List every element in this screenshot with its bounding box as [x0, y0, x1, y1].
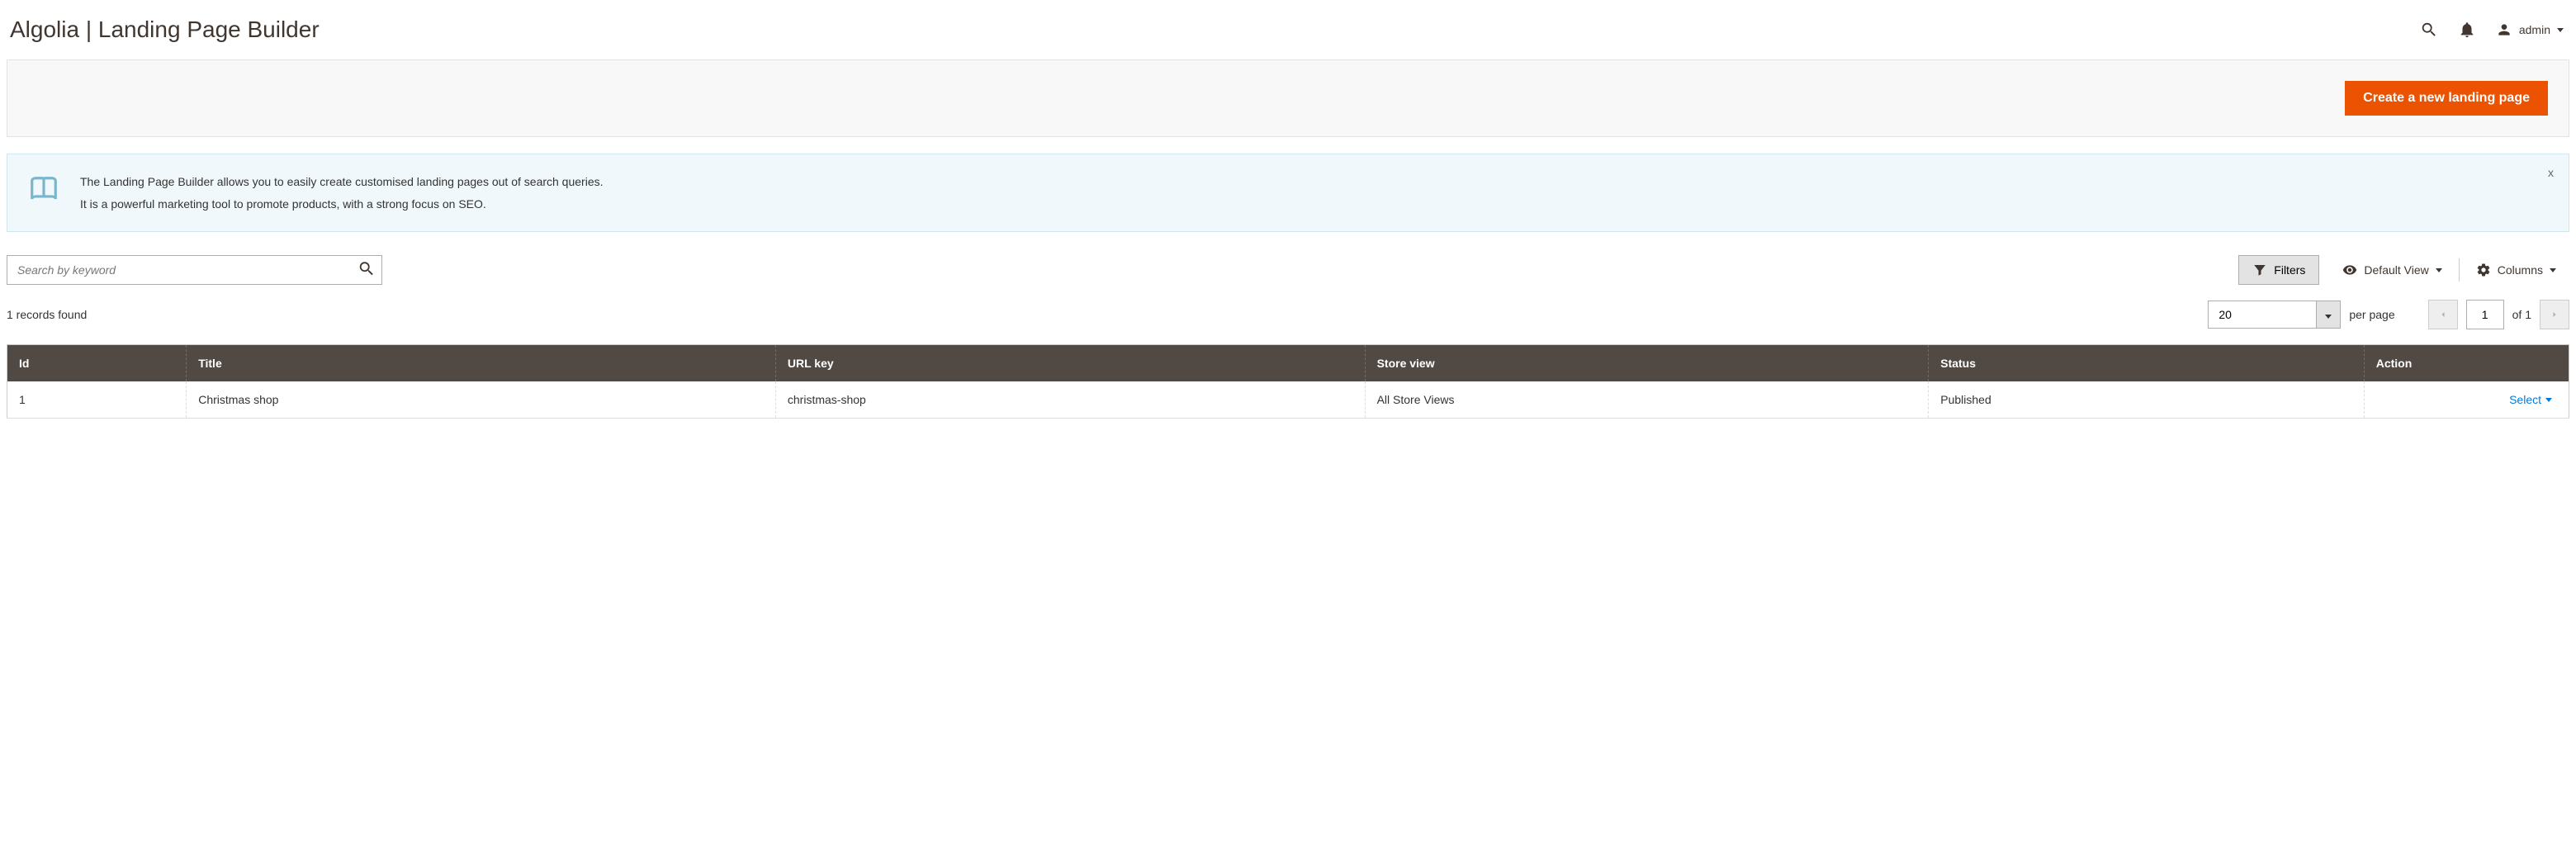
column-status[interactable]: Status	[1929, 345, 2365, 382]
info-text: The Landing Page Builder allows you to e…	[80, 171, 604, 215]
column-id[interactable]: Id	[7, 345, 187, 382]
create-landing-page-button[interactable]: Create a new landing page	[2345, 81, 2548, 116]
user-icon	[2496, 21, 2512, 38]
cell-id: 1	[7, 381, 187, 419]
next-page-button[interactable]	[2540, 300, 2569, 329]
search-wrap	[7, 255, 382, 285]
close-icon[interactable]: x	[2548, 166, 2554, 179]
cell-store-view: All Store Views	[1365, 381, 1929, 419]
columns-dropdown[interactable]: Columns	[2463, 256, 2569, 284]
select-action-link[interactable]: Select	[2376, 393, 2552, 406]
divider	[2459, 258, 2460, 282]
chevron-down-icon	[2325, 315, 2332, 319]
column-action[interactable]: Action	[2364, 345, 2569, 382]
cell-action: Select	[2364, 381, 2569, 419]
default-view-label: Default View	[2364, 263, 2428, 277]
search-input[interactable]	[7, 255, 382, 285]
default-view-dropdown[interactable]: Default View	[2329, 256, 2455, 284]
chevron-down-icon	[2550, 268, 2556, 272]
cell-url-key: christmas-shop	[775, 381, 1365, 419]
current-page-input[interactable]	[2466, 300, 2504, 329]
filters-label: Filters	[2274, 263, 2305, 277]
of-pages: of 1	[2512, 308, 2531, 321]
search-icon[interactable]	[2420, 21, 2438, 39]
cell-title: Christmas shop	[187, 381, 776, 419]
prev-page-button[interactable]	[2428, 300, 2458, 329]
user-menu[interactable]: admin	[2496, 21, 2564, 38]
search-button[interactable]	[358, 260, 376, 281]
page-header: Algolia | Landing Page Builder admin	[0, 0, 2576, 59]
gear-icon	[2476, 263, 2491, 277]
info-line-1: The Landing Page Builder allows you to e…	[80, 171, 604, 193]
controls-row: Filters Default View Columns	[7, 255, 2569, 285]
chevron-down-icon	[2545, 398, 2552, 402]
columns-label: Columns	[2498, 263, 2543, 277]
column-url-key[interactable]: URL key	[775, 345, 1365, 382]
column-title[interactable]: Title	[187, 345, 776, 382]
page-title: Algolia | Landing Page Builder	[10, 17, 320, 43]
page-size-input[interactable]	[2209, 301, 2316, 328]
right-controls: Filters Default View Columns	[2238, 255, 2569, 285]
info-message: The Landing Page Builder allows you to e…	[7, 154, 2569, 232]
records-found: 1 records found	[7, 308, 87, 321]
info-line-2: It is a powerful marketing tool to promo…	[80, 193, 604, 215]
user-name: admin	[2519, 23, 2550, 36]
select-label: Select	[2509, 393, 2541, 406]
page-size-arrow[interactable]	[2316, 301, 2340, 328]
funnel-icon	[2252, 263, 2267, 277]
column-store-view[interactable]: Store view	[1365, 345, 1929, 382]
search-icon	[358, 260, 376, 278]
action-bar: Create a new landing page	[7, 59, 2569, 137]
chevron-down-icon	[2436, 268, 2442, 272]
table-header-row: Id Title URL key Store view Status Actio…	[7, 345, 2569, 382]
pagination-row: 1 records found per page of 1	[7, 300, 2569, 329]
cell-status: Published	[1929, 381, 2365, 419]
book-icon	[28, 174, 59, 206]
chevron-down-icon	[2557, 28, 2564, 32]
pagination-controls: per page of 1	[2208, 300, 2569, 329]
table-row[interactable]: 1 Christmas shop christmas-shop All Stor…	[7, 381, 2569, 419]
eye-icon	[2342, 263, 2357, 277]
header-actions: admin	[2420, 21, 2564, 39]
bell-icon[interactable]	[2458, 21, 2476, 39]
per-page-label: per page	[2349, 308, 2394, 321]
chevron-left-icon	[2438, 310, 2448, 320]
page-size-select[interactable]	[2208, 301, 2341, 329]
landing-pages-table: Id Title URL key Store view Status Actio…	[7, 344, 2569, 419]
chevron-right-icon	[2550, 310, 2559, 320]
filters-button[interactable]: Filters	[2238, 255, 2319, 285]
